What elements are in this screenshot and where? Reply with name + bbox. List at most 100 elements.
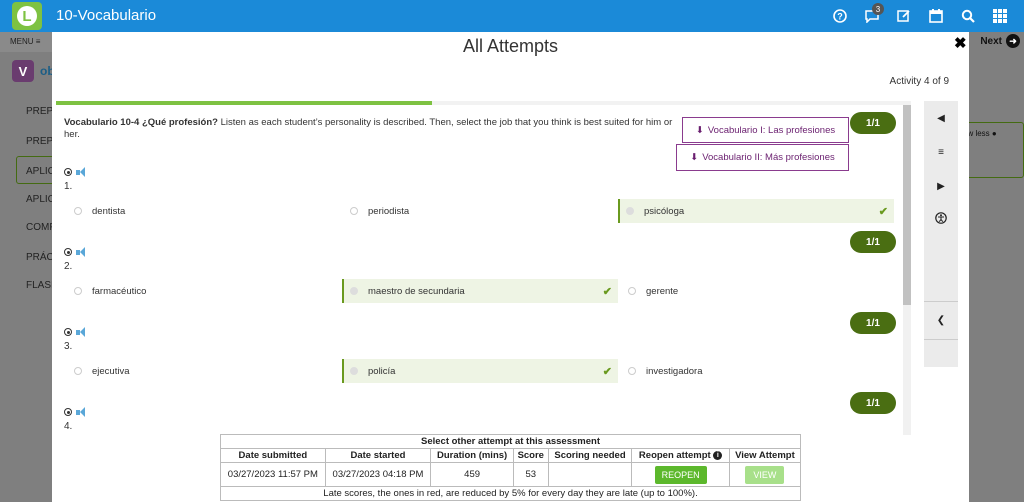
option-selected[interactable]: psicóloga ✔	[618, 199, 894, 223]
col-header: Date submitted	[220, 448, 326, 463]
next-button[interactable]: Next ➜	[980, 34, 1020, 48]
attempts-table: Select other attempt at this assessment …	[220, 434, 802, 501]
activity-count: Activity 4 of 9	[889, 76, 949, 87]
score-pill: 1/1	[850, 392, 896, 414]
option[interactable]: investigadora	[622, 359, 892, 383]
question-title: Vocabulario 10-4 ¿Qué profesión?	[64, 117, 218, 128]
svg-text:?: ?	[837, 12, 843, 22]
info-icon[interactable]: i	[713, 450, 723, 460]
option[interactable]: gerente	[622, 279, 892, 303]
bg-nav-item[interactable]: PRÁC	[26, 252, 54, 263]
radio-icon	[350, 367, 358, 375]
edit-icon[interactable]	[888, 0, 920, 32]
col-header-reopen: Reopen attempt i	[631, 448, 730, 463]
col-header: Scoring needed	[547, 448, 633, 463]
option-selected[interactable]: maestro de secundaria ✔	[342, 279, 618, 303]
target-icon	[64, 168, 72, 176]
arrow-right-icon: ➜	[1006, 34, 1020, 48]
scrollbar[interactable]	[903, 105, 911, 435]
item-header: 2.	[64, 245, 90, 272]
next-label: Next	[980, 35, 1002, 47]
close-icon[interactable]: ✖	[954, 34, 967, 52]
option[interactable]: periodista	[344, 199, 614, 223]
item-header: 1.	[64, 165, 90, 192]
speaker-icon[interactable]	[76, 166, 90, 178]
target-icon	[64, 408, 72, 416]
reopen-cell: REOPEN	[631, 462, 730, 487]
list-icon[interactable]: ≡	[924, 141, 958, 163]
score-pill: 1/1	[850, 112, 896, 134]
top-bar: L 10-Vocabulario ? 3	[0, 0, 1024, 32]
caret-left-icon[interactable]: ◀	[924, 107, 958, 129]
date-started-cell: 03/27/2023 04:18 PM	[324, 462, 432, 487]
search-icon[interactable]	[952, 0, 984, 32]
table-row[interactable]: 03/27/2023 11:57 PM 03/27/2023 04:18 PM …	[220, 462, 802, 487]
bg-nav-item[interactable]: PREP	[26, 106, 53, 117]
download-icon: ⬇	[695, 124, 704, 136]
progress-fill	[56, 101, 433, 105]
option-selected[interactable]: policía ✔	[342, 359, 618, 383]
score-pill: 1/1	[850, 312, 896, 334]
bg-nav-item[interactable]: APLIC	[26, 166, 55, 177]
score-cell: 53	[512, 462, 549, 487]
item-header: 3.	[64, 325, 90, 352]
download-icon: ⬇	[690, 152, 699, 163]
calendar-icon[interactable]	[920, 0, 952, 32]
top-icons: ? 3	[824, 0, 1016, 32]
col-header: Score	[512, 448, 549, 463]
check-icon: ✔	[602, 365, 612, 378]
chevron-left-icon[interactable]: ❮	[924, 309, 958, 331]
col-header: Date started	[324, 448, 432, 463]
bg-nav-item[interactable]: FLASI	[26, 280, 54, 291]
app-logo[interactable]: L	[12, 2, 42, 30]
radio-icon	[74, 207, 82, 215]
speaker-icon[interactable]	[76, 246, 90, 258]
divider	[924, 339, 958, 340]
option[interactable]: ejecutiva	[68, 359, 336, 383]
bg-nav-item[interactable]: APLIC	[26, 194, 55, 205]
target-icon	[64, 248, 72, 256]
target-icon	[64, 328, 72, 336]
download-button-vocab-2[interactable]: ⬇ Vocabulario II: Más profesiones	[676, 144, 849, 171]
accessibility-icon[interactable]	[924, 207, 958, 229]
download-button-vocab-1[interactable]: ⬇ Vocabulario I: Las profesiones	[682, 117, 849, 143]
question-content: Vocabulario 10-4 ¿Qué profesión? Listen …	[56, 107, 911, 437]
score-pill: 1/1	[850, 231, 896, 253]
menu-button[interactable]: MENU ≡	[0, 32, 52, 52]
radio-icon	[628, 367, 636, 375]
option[interactable]: dentista	[68, 199, 336, 223]
chevron-icon: ●	[991, 129, 997, 138]
option[interactable]: farmacéutico	[68, 279, 336, 303]
download-label: Vocabulario II: Más profesiones	[702, 152, 835, 163]
chat-icon[interactable]: 3	[856, 0, 888, 32]
attempts-table-caption: Select other attempt at this assessment	[220, 434, 801, 449]
app-title: 10-Vocabulario	[56, 7, 157, 24]
item-header: 4.	[64, 405, 90, 432]
download-label: Vocabulario I: Las profesiones	[707, 124, 836, 136]
reopen-button[interactable]: REOPEN	[654, 465, 707, 484]
question-text: Vocabulario 10-4 ¿Qué profesión? Listen …	[64, 117, 674, 141]
late-scores-note: Late scores, the ones in red, are reduce…	[220, 486, 801, 501]
radio-icon	[628, 287, 636, 295]
caret-right-icon[interactable]: ▶	[924, 175, 958, 197]
help-icon[interactable]: ?	[824, 0, 856, 32]
scrollbar-thumb[interactable]	[903, 105, 911, 305]
speaker-icon[interactable]	[76, 326, 90, 338]
grid-icon[interactable]	[984, 0, 1016, 32]
view-cell: VIEW	[728, 462, 802, 487]
check-icon: ✔	[602, 285, 612, 298]
modal-title: All Attempts	[462, 36, 559, 56]
speaker-icon[interactable]	[76, 406, 90, 418]
col-header: View Attempt	[728, 448, 802, 463]
side-toolbar: ◀ ≡ ▶ ❮	[924, 101, 958, 367]
scoring-needed-cell	[547, 462, 633, 487]
radio-icon	[350, 287, 358, 295]
radio-icon	[74, 287, 82, 295]
duration-cell: 459	[430, 462, 514, 487]
course-logo: V	[12, 60, 34, 82]
view-button[interactable]: VIEW	[745, 465, 785, 484]
bg-nav-item[interactable]: PREP	[26, 136, 53, 147]
progress-bar	[56, 101, 911, 105]
radio-icon	[350, 207, 358, 215]
notification-badge: 3	[872, 3, 884, 15]
